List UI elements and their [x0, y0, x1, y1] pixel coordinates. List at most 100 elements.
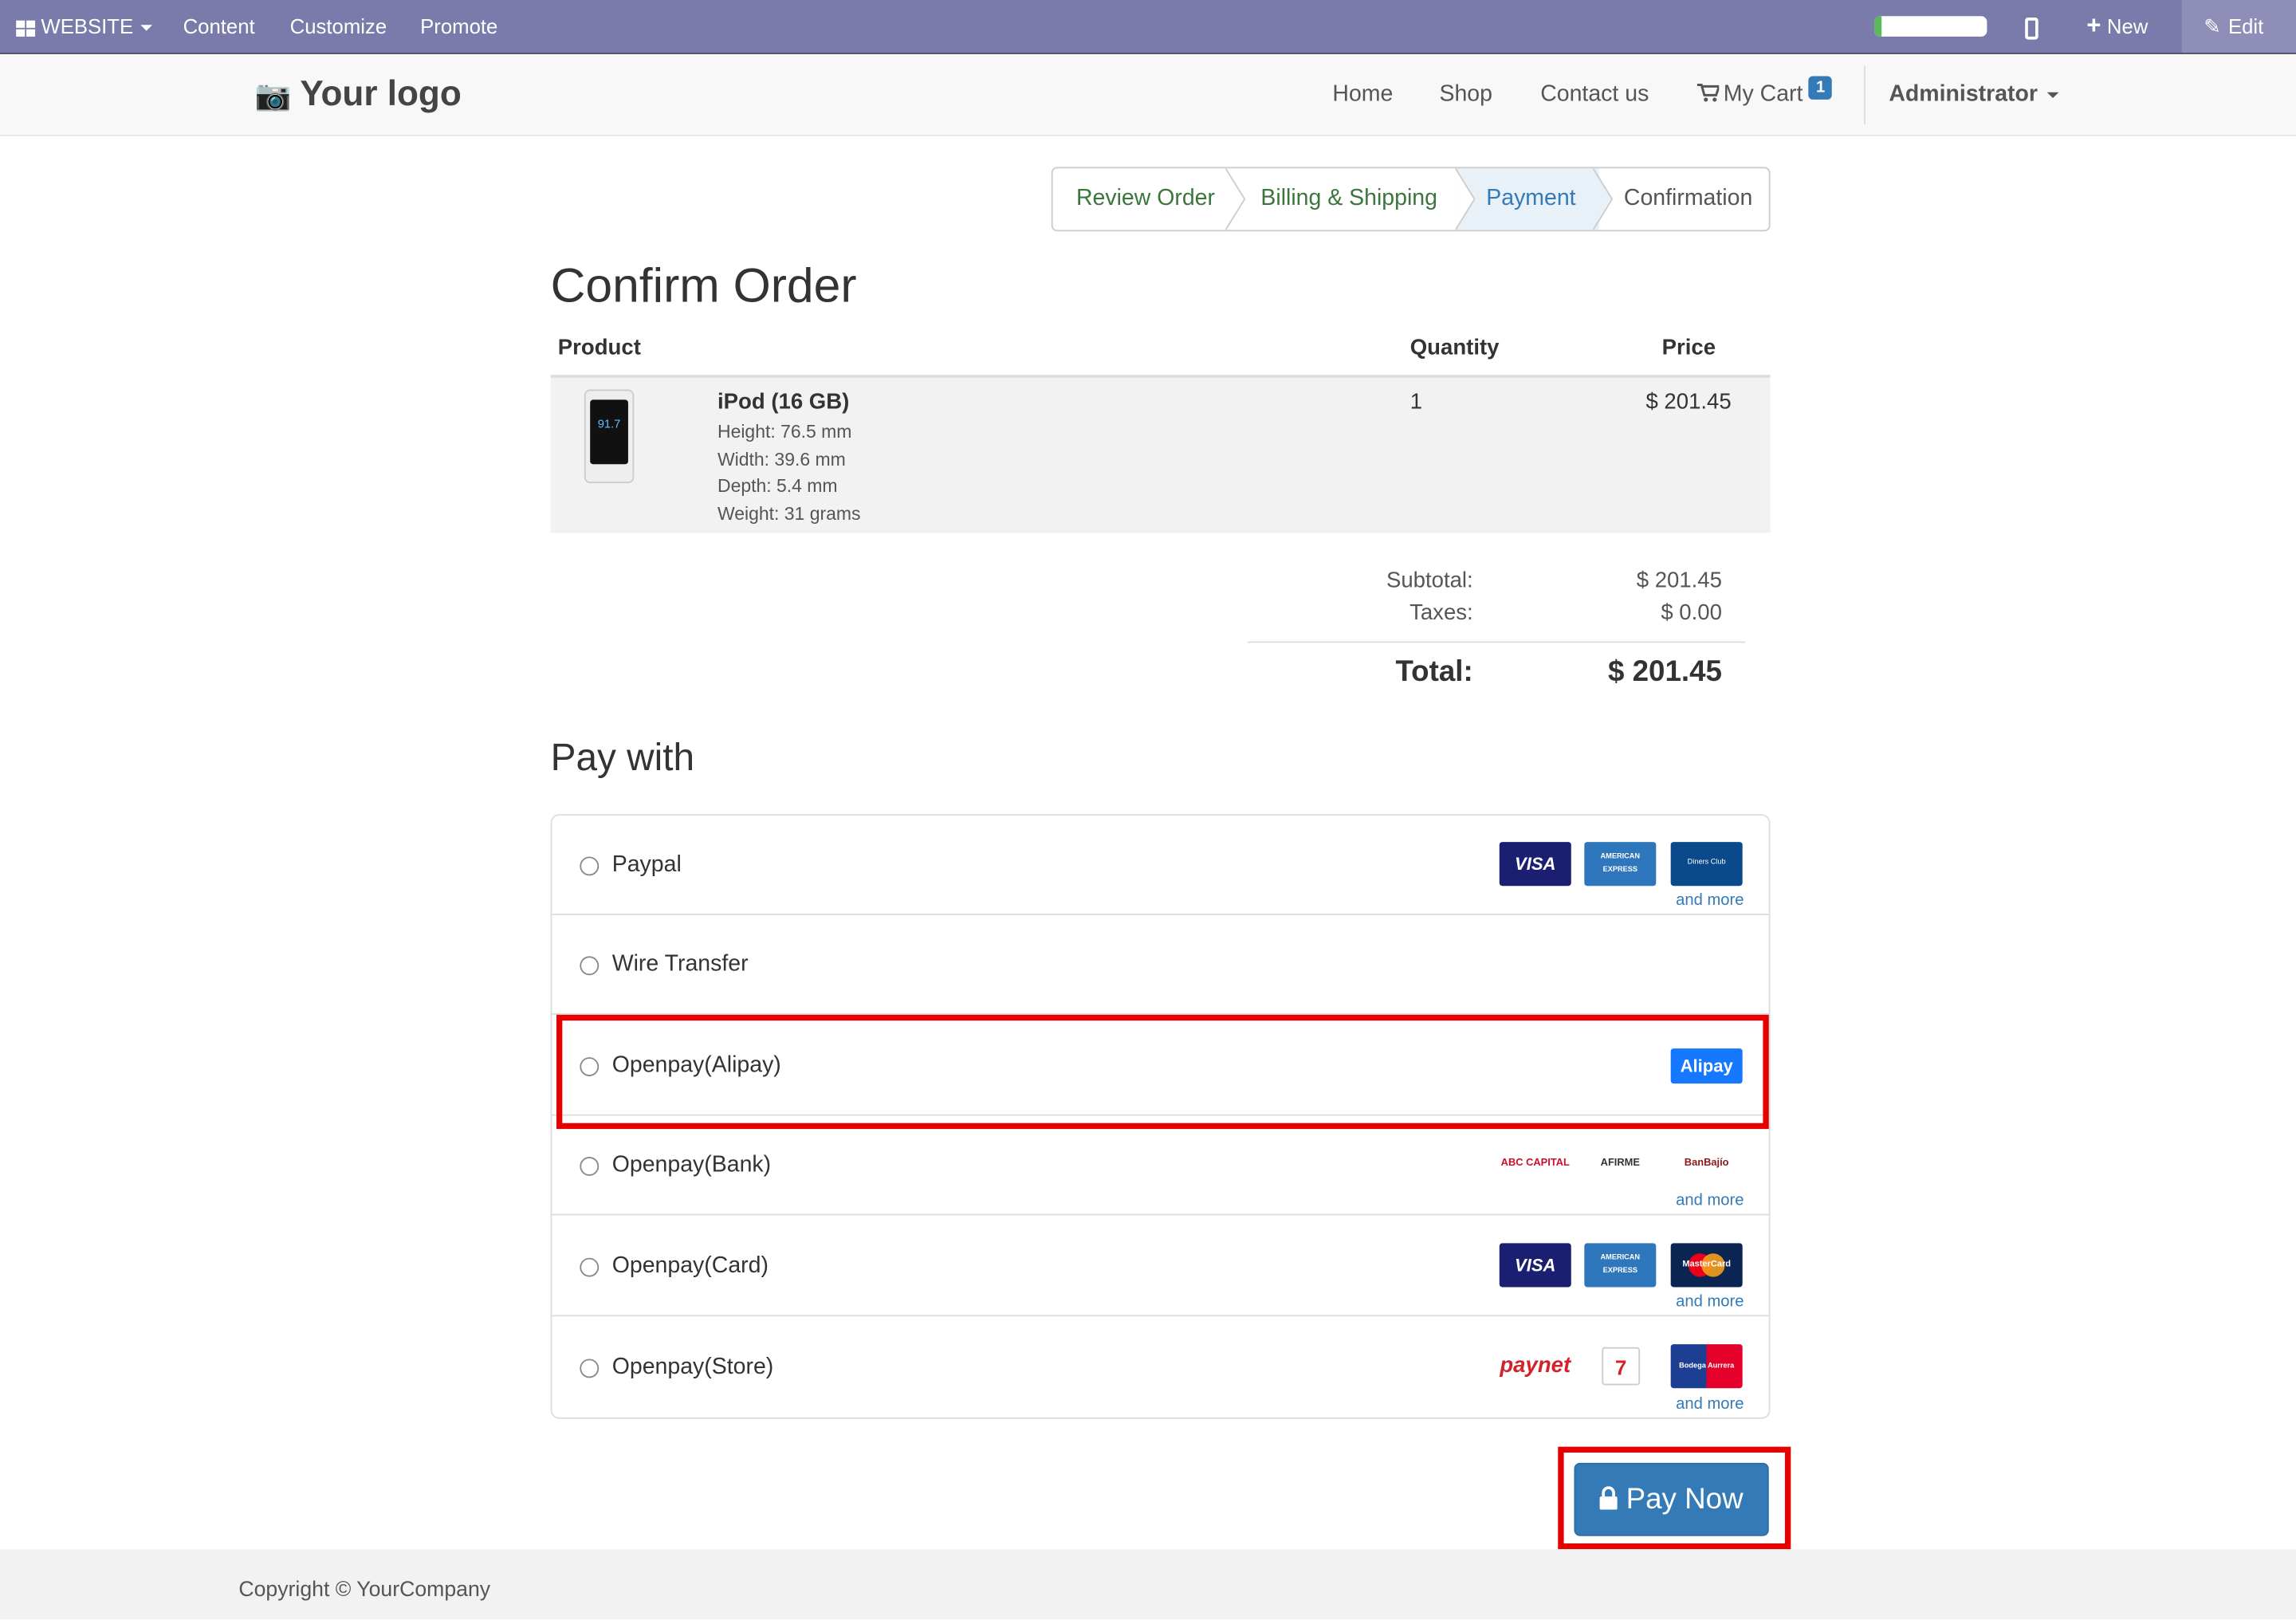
- copyright-text: Copyright © YourCompany: [238, 1578, 491, 1602]
- new-label: New: [2106, 14, 2149, 38]
- logo-text: Your logo: [300, 74, 462, 115]
- and-more-link[interactable]: and more: [1676, 1293, 1744, 1311]
- new-button[interactable]: + New: [2086, 0, 2148, 53]
- afirme-icon: AFIRME: [1600, 1158, 1640, 1169]
- mobile-preview-button[interactable]: [2025, 0, 2038, 53]
- user-menu[interactable]: Administrator: [1889, 54, 2058, 135]
- website-menu[interactable]: WEBSITE: [16, 0, 153, 53]
- abc-capital-icon: ABC CAPITAL: [1500, 1158, 1570, 1169]
- taxes-label: Taxes:: [1409, 600, 1473, 626]
- seven-eleven-icon: 7: [1602, 1347, 1641, 1386]
- wizard-step-review[interactable]: Review Order: [1053, 168, 1232, 230]
- product-price: $ 201.45: [1645, 389, 1732, 415]
- payment-method-paypal[interactable]: Paypal VISA AMERICAN EXPRESS Diners Club…: [552, 816, 1769, 915]
- plus-icon: +: [2086, 11, 2101, 40]
- progress-fill: [1873, 16, 1882, 37]
- grid-icon: [16, 20, 36, 37]
- payment-method-bank[interactable]: Openpay(Bank) ABC CAPITAL AFIRME BanBají…: [552, 1116, 1769, 1216]
- wizard-separator: [1225, 168, 1246, 230]
- order-line-row: 91.7 iPod (16 GB) Height: 76.5 mm Width:…: [550, 375, 1771, 533]
- caret-down-icon: [140, 25, 153, 32]
- wizard-step-confirmation: Confirmation: [1623, 186, 1753, 211]
- radio-store[interactable]: [580, 1359, 600, 1378]
- totals-divider: [1247, 641, 1746, 643]
- mastercard-icon: MasterCard: [1670, 1243, 1743, 1288]
- radio-paypal[interactable]: [580, 856, 600, 876]
- product-image: 91.7: [584, 389, 635, 484]
- radio-wire-transfer[interactable]: [580, 956, 600, 976]
- pay-now-button[interactable]: Pay Now: [1574, 1462, 1769, 1536]
- footer: Copyright © YourCompany: [0, 1549, 2296, 1620]
- product-screen: 91.7: [590, 399, 628, 465]
- and-more-link[interactable]: and more: [1676, 1395, 1744, 1413]
- wizard-step-payment[interactable]: Payment: [1455, 168, 1599, 230]
- nav-cart[interactable]: My Cart 1: [1696, 54, 1833, 135]
- total-value: $ 201.45: [1607, 655, 1722, 689]
- visa-icon: VISA: [1499, 842, 1571, 887]
- payment-label: Openpay(Store): [611, 1354, 774, 1380]
- paynet-icon: paynet: [1500, 1353, 1571, 1378]
- edit-label: Edit: [2227, 14, 2264, 38]
- bodega-aurrera-icon: Bodega Aurrera: [1670, 1344, 1743, 1389]
- mobile-icon: [2025, 17, 2038, 40]
- product-quantity: 1: [1409, 389, 1423, 415]
- col-price-header: Price: [1661, 335, 1716, 360]
- amex-icon: AMERICAN EXPRESS: [1584, 842, 1657, 887]
- visa-icon: VISA: [1499, 1243, 1571, 1288]
- product-details: Height: 76.5 mm Width: 39.6 mm Depth: 5.…: [718, 419, 861, 527]
- caret-down-icon: [2046, 92, 2058, 98]
- radio-card[interactable]: [580, 1257, 600, 1277]
- product-detail-line: Width: 39.6 mm: [717, 448, 846, 470]
- payment-method-store[interactable]: Openpay(Store) paynet 7 Bodega Aurrera a…: [552, 1318, 1768, 1418]
- user-name: Administrator: [1889, 81, 2038, 108]
- and-more-link[interactable]: and more: [1676, 892, 1744, 910]
- pencil-icon: ✎: [2204, 14, 2221, 38]
- page-title: Confirm Order: [550, 258, 857, 313]
- payment-label: Openpay(Card): [611, 1253, 769, 1279]
- payment-label: Paypal: [611, 851, 682, 878]
- col-product-header: Product: [557, 335, 641, 360]
- pay-with-title: Pay with: [550, 735, 695, 780]
- payment-label: Openpay(Bank): [611, 1152, 772, 1178]
- cart-label: My Cart: [1723, 81, 1803, 108]
- payment-method-card[interactable]: Openpay(Card) VISA AMERICAN EXPRESS Mast…: [552, 1217, 1769, 1317]
- website-menu-label: WEBSITE: [41, 14, 134, 38]
- total-label: Total:: [1395, 655, 1473, 689]
- nav-home[interactable]: Home: [1332, 54, 1393, 135]
- subtotal-label: Subtotal:: [1386, 568, 1473, 593]
- taxes-value: $ 0.00: [1661, 600, 1722, 626]
- highlight-box-alipay: [556, 1014, 1769, 1130]
- amex-icon: AMERICAN EXPRESS: [1584, 1243, 1657, 1288]
- edit-button[interactable]: ✎ Edit: [2181, 0, 2296, 53]
- product-detail-line: Depth: 5.4 mm: [717, 475, 838, 497]
- radio-bank[interactable]: [580, 1156, 600, 1176]
- nav-shop[interactable]: Shop: [1439, 54, 1492, 135]
- site-logo[interactable]: 📷 Your logo: [255, 72, 462, 119]
- lock-icon: [1600, 1486, 1618, 1510]
- nav-contact[interactable]: Contact us: [1540, 54, 1649, 135]
- checkout-wizard: Review Order Billing & Shipping Payment …: [1051, 167, 1771, 232]
- progress-bar: [1873, 16, 1987, 37]
- banbajio-icon: BanBajío: [1684, 1158, 1729, 1169]
- wizard-separator: [1455, 168, 1476, 230]
- cart-icon: [1696, 84, 1721, 102]
- cart-count-badge: 1: [1808, 76, 1833, 100]
- customize-menu[interactable]: Customize: [290, 0, 387, 53]
- diners-club-icon: Diners Club: [1670, 842, 1743, 887]
- product-detail-line: Weight: 31 grams: [717, 502, 861, 524]
- nav-divider: [1864, 65, 1866, 125]
- site-navbar: 📷 Your logo Home Shop Contact us My Cart 1…: [0, 53, 2296, 136]
- content-menu[interactable]: Content: [183, 0, 255, 53]
- wizard-step-billing[interactable]: Billing & Shipping: [1260, 168, 1437, 230]
- product-detail-line: Height: 76.5 mm: [717, 421, 852, 442]
- mastercard-text: MasterCard: [1682, 1260, 1731, 1270]
- product-name[interactable]: iPod (16 GB): [718, 390, 849, 415]
- col-quantity-header: Quantity: [1409, 335, 1500, 360]
- wizard-separator: [1593, 168, 1614, 230]
- and-more-link[interactable]: and more: [1676, 1192, 1744, 1209]
- payment-method-wire-transfer[interactable]: Wire Transfer: [552, 915, 1769, 1015]
- pay-now-label: Pay Now: [1626, 1483, 1744, 1516]
- subtotal-value: $ 201.45: [1636, 568, 1722, 593]
- promote-menu[interactable]: Promote: [420, 0, 497, 53]
- camera-icon: 📷: [254, 81, 292, 113]
